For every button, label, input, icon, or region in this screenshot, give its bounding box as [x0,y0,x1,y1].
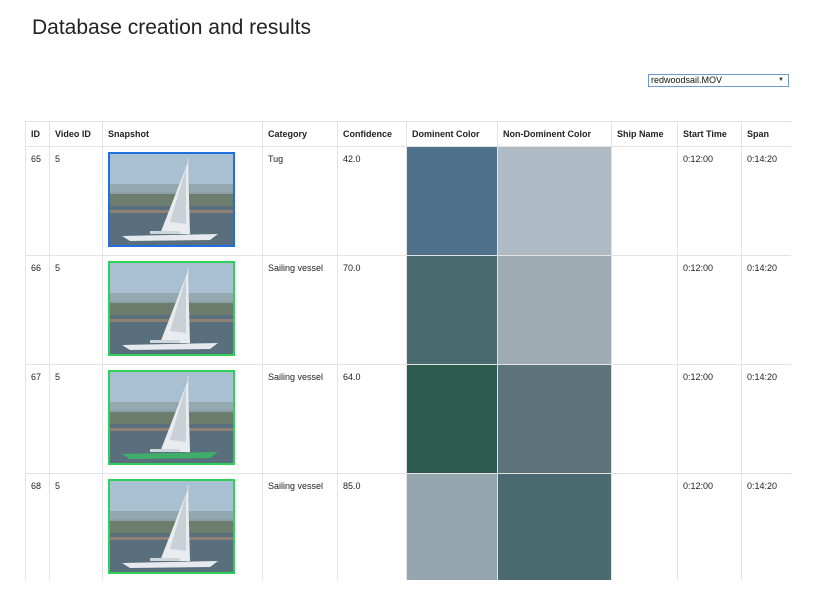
cell-confidence: 85.0 [337,473,407,580]
cell-ship-name [611,255,678,365]
video-select-value: redwoodsail.MOV [651,75,723,85]
header-non-dominant-color: Non-Dominent Color [497,121,612,147]
header-span: Span [741,121,791,147]
table-header-row: ID Video ID Snapshot Category Confidence… [25,121,791,147]
page-title: Database creation and results [32,16,311,39]
cell-start-time: 0:12:00 [677,146,742,256]
dominant-color-swatch [406,146,498,256]
snapshot-image[interactable] [108,261,235,356]
cell-snapshot [102,146,263,256]
header-dominant-color: Dominent Color [406,121,498,147]
cell-video-id: 5 [49,364,103,474]
results-table-container[interactable]: ID Video ID Snapshot Category Confidence… [25,121,791,580]
cell-span: 0:14:20 [741,473,791,580]
cell-id: 67 [25,364,50,474]
non-dominant-color-swatch [497,364,612,474]
non-dominant-color-swatch [497,146,612,256]
cell-video-id: 5 [49,473,103,580]
cell-snapshot [102,255,263,365]
cell-category: Tug [262,146,338,256]
cell-start-time: 0:12:00 [677,473,742,580]
non-dominant-color-swatch [497,473,612,580]
snapshot-image[interactable] [108,370,235,465]
header-id: ID [25,121,50,147]
non-dominant-color-swatch [497,255,612,365]
dominant-color-swatch [406,255,498,365]
cell-category: Sailing vessel [262,255,338,365]
video-select-dropdown[interactable]: redwoodsail.MOV ▼ [648,74,789,87]
cell-ship-name [611,473,678,580]
dominant-color-swatch [406,364,498,474]
results-table: ID Video ID Snapshot Category Confidence… [25,121,791,580]
header-start-time: Start Time [677,121,742,147]
table-row[interactable]: 67 5 Sailing vessel 64.0 0:12:00 0:14:20 [25,364,791,474]
snapshot-image[interactable] [108,152,235,247]
cell-span: 0:14:20 [741,364,791,474]
cell-category: Sailing vessel [262,364,338,474]
table-body: 65 5 Tug 42.0 0:12:00 0:14:20 66 5 Saili… [25,146,791,580]
cell-ship-name [611,146,678,256]
cell-start-time: 0:12:00 [677,364,742,474]
cell-span: 0:14:20 [741,255,791,365]
dominant-color-swatch [406,473,498,580]
cell-confidence: 64.0 [337,364,407,474]
cell-snapshot [102,364,263,474]
header-snapshot: Snapshot [102,121,263,147]
cell-snapshot [102,473,263,580]
table-row[interactable]: 65 5 Tug 42.0 0:12:00 0:14:20 [25,146,791,256]
cell-start-time: 0:12:00 [677,255,742,365]
header-video-id: Video ID [49,121,103,147]
cell-ship-name [611,364,678,474]
table-row[interactable]: 66 5 Sailing vessel 70.0 0:12:00 0:14:20 [25,255,791,365]
cell-id: 65 [25,146,50,256]
snapshot-image[interactable] [108,479,235,574]
header-category: Category [262,121,338,147]
cell-confidence: 42.0 [337,146,407,256]
chevron-down-icon: ▼ [778,77,784,83]
header-ship-name: Ship Name [611,121,678,147]
cell-id: 66 [25,255,50,365]
header-confidence: Confidence [337,121,407,147]
cell-video-id: 5 [49,255,103,365]
cell-category: Sailing vessel [262,473,338,580]
cell-video-id: 5 [49,146,103,256]
cell-span: 0:14:20 [741,146,791,256]
cell-id: 68 [25,473,50,580]
table-row[interactable]: 68 5 Sailing vessel 85.0 0:12:00 0:14:20 [25,473,791,580]
cell-confidence: 70.0 [337,255,407,365]
